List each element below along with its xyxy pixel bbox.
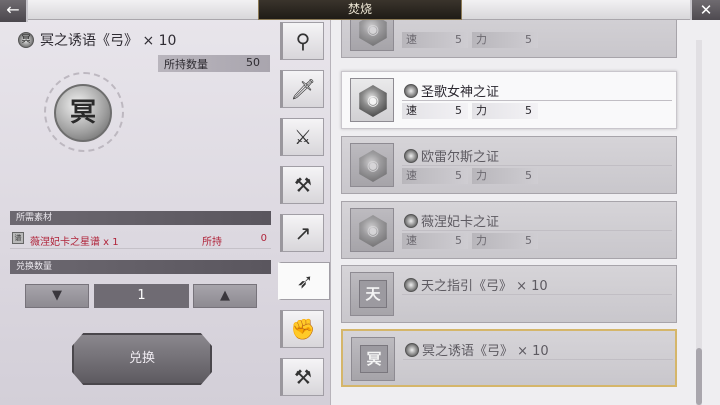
stat-power: 力5 bbox=[472, 233, 538, 249]
badge-icon bbox=[404, 84, 418, 98]
tab-hammer[interactable]: ⚒ bbox=[280, 358, 324, 396]
stat-speed: 速5 bbox=[402, 32, 468, 48]
fist-icon: ✊ bbox=[290, 317, 316, 341]
item-medal-image: 冥 bbox=[38, 60, 128, 160]
gem-icon: ◉ bbox=[359, 215, 387, 247]
stat-speed: 速5 bbox=[402, 168, 468, 184]
chevron-down-icon: ▼ bbox=[52, 288, 62, 303]
item-name: 天之指引《弓》 × 10 bbox=[404, 275, 548, 294]
gem-icon: ◉ bbox=[359, 150, 387, 182]
item-stats: 速5 力5 bbox=[402, 233, 674, 249]
back-arrow-icon: ← bbox=[6, 0, 20, 19]
item-thumbnail: ◉ bbox=[350, 20, 394, 51]
dagger-icon: ⚔ bbox=[294, 125, 312, 149]
stat-speed: 速5 bbox=[402, 103, 468, 119]
tab-axe[interactable]: ⚒ bbox=[280, 166, 324, 204]
item-name: 欧雷尔斯之证 bbox=[404, 146, 499, 165]
gem-icon: ◉ bbox=[359, 85, 387, 117]
item-thumbnail: 天 bbox=[350, 272, 394, 316]
list-item[interactable]: 天 天之指引《弓》 × 10 bbox=[341, 265, 677, 323]
sword-icon: 🗡 bbox=[290, 77, 316, 101]
item-header: 冥 冥之诱语《弓》 × 10 bbox=[18, 30, 176, 50]
back-button[interactable]: ← bbox=[0, 0, 28, 22]
divider bbox=[402, 100, 672, 101]
tab-staff[interactable]: ⚲ bbox=[280, 22, 324, 60]
badge-icon bbox=[404, 278, 418, 292]
decrease-button[interactable]: ▼ bbox=[25, 284, 89, 308]
quantity-header: 兑换数量 bbox=[10, 260, 271, 274]
item-thumbnail: ◉ bbox=[350, 143, 394, 187]
material-name: 薇涅妃卡之星谱 x 1 bbox=[30, 237, 119, 248]
seal-icon: 冥 bbox=[360, 345, 388, 373]
item-name: 冥之诱语《弓》 × 10 bbox=[405, 340, 549, 359]
owned-value: 50 bbox=[246, 56, 260, 69]
gem-icon: ◉ bbox=[359, 20, 387, 46]
badge-icon bbox=[405, 343, 419, 357]
tab-bow[interactable]: ➶ bbox=[278, 262, 330, 300]
item-badge-icon: 冥 bbox=[18, 32, 34, 48]
divider bbox=[402, 230, 672, 231]
item-stats: 速5 力5 bbox=[402, 32, 674, 48]
bow-icon: ➶ bbox=[296, 269, 314, 293]
list-item[interactable]: ◉ 薇涅妃卡之证 速5 力5 bbox=[341, 201, 677, 259]
tab-dagger[interactable]: ⚔ bbox=[280, 118, 324, 156]
divider bbox=[402, 294, 672, 295]
item-name: 薇涅妃卡之证 bbox=[404, 211, 499, 230]
material-row[interactable]: 谱 薇涅妃卡之星谱 x 1 所持 0 bbox=[10, 230, 271, 248]
stat-speed: 速5 bbox=[402, 233, 468, 249]
close-button[interactable]: ✕ bbox=[690, 0, 720, 22]
tab-spear[interactable]: ↗ bbox=[280, 214, 324, 252]
owned-count-row: 所持数量 50 bbox=[158, 55, 270, 72]
medal-core: 冥 bbox=[54, 84, 112, 142]
exchange-button[interactable]: 兑换 bbox=[72, 333, 212, 385]
list-scrollbar[interactable] bbox=[696, 40, 702, 405]
staff-icon: ⚲ bbox=[295, 29, 311, 53]
list-item[interactable]: ◉ 速5 力5 bbox=[341, 20, 677, 58]
stat-power: 力5 bbox=[472, 103, 538, 119]
owned-label: 所持数量 bbox=[164, 58, 208, 71]
seal-icon: 天 bbox=[359, 280, 387, 308]
badge-icon bbox=[404, 214, 418, 228]
weapon-tabs: ⚲ 🗡 ⚔ ⚒ ↗ ➶ ✊ ⚒ bbox=[278, 22, 330, 405]
page-title: 焚烧 bbox=[258, 0, 462, 20]
item-thumbnail: ◉ bbox=[350, 78, 394, 122]
close-icon: ✕ bbox=[699, 1, 713, 19]
item-stats: 速5 力5 bbox=[402, 168, 674, 184]
stat-power: 力5 bbox=[472, 32, 538, 48]
material-hold-value: 0 bbox=[260, 233, 267, 244]
item-name: 圣歌女神之证 bbox=[404, 81, 499, 100]
stat-power: 力5 bbox=[472, 168, 538, 184]
item-stats: 速5 力5 bbox=[402, 103, 674, 119]
list-item-selected[interactable]: 冥 冥之诱语《弓》 × 10 bbox=[341, 329, 677, 387]
quantity-value: 1 bbox=[94, 284, 189, 308]
chevron-up-icon: ▲ bbox=[220, 288, 230, 303]
divider bbox=[402, 165, 672, 166]
tab-sword[interactable]: 🗡 bbox=[280, 70, 324, 108]
list-item[interactable]: ◉ 圣歌女神之证 速5 力5 bbox=[341, 71, 677, 129]
divider bbox=[403, 359, 673, 360]
scroll-thumb[interactable] bbox=[696, 348, 702, 405]
star-score-icon: 谱 bbox=[12, 232, 24, 244]
item-thumbnail: ◉ bbox=[350, 208, 394, 252]
axe-icon: ⚒ bbox=[294, 173, 312, 197]
badge-icon bbox=[404, 149, 418, 163]
list-item[interactable]: ◉ 欧雷尔斯之证 速5 力5 bbox=[341, 136, 677, 194]
materials-header: 所需素材 bbox=[10, 211, 271, 225]
increase-button[interactable]: ▲ bbox=[193, 284, 257, 308]
hammer-icon: ⚒ bbox=[294, 365, 312, 389]
item-list: ◉ 速5 力5 ◉ 圣歌女神之证 速5 力5 ◉ 欧雷尔斯之证 速5 力5 ◉ … bbox=[330, 20, 720, 405]
item-name: 冥之诱语《弓》 × 10 bbox=[40, 33, 177, 49]
tab-fist[interactable]: ✊ bbox=[280, 310, 324, 348]
item-thumbnail: 冥 bbox=[351, 337, 395, 381]
divider bbox=[10, 248, 271, 249]
spear-icon: ↗ bbox=[294, 221, 312, 245]
material-hold-label: 所持 bbox=[202, 237, 222, 248]
